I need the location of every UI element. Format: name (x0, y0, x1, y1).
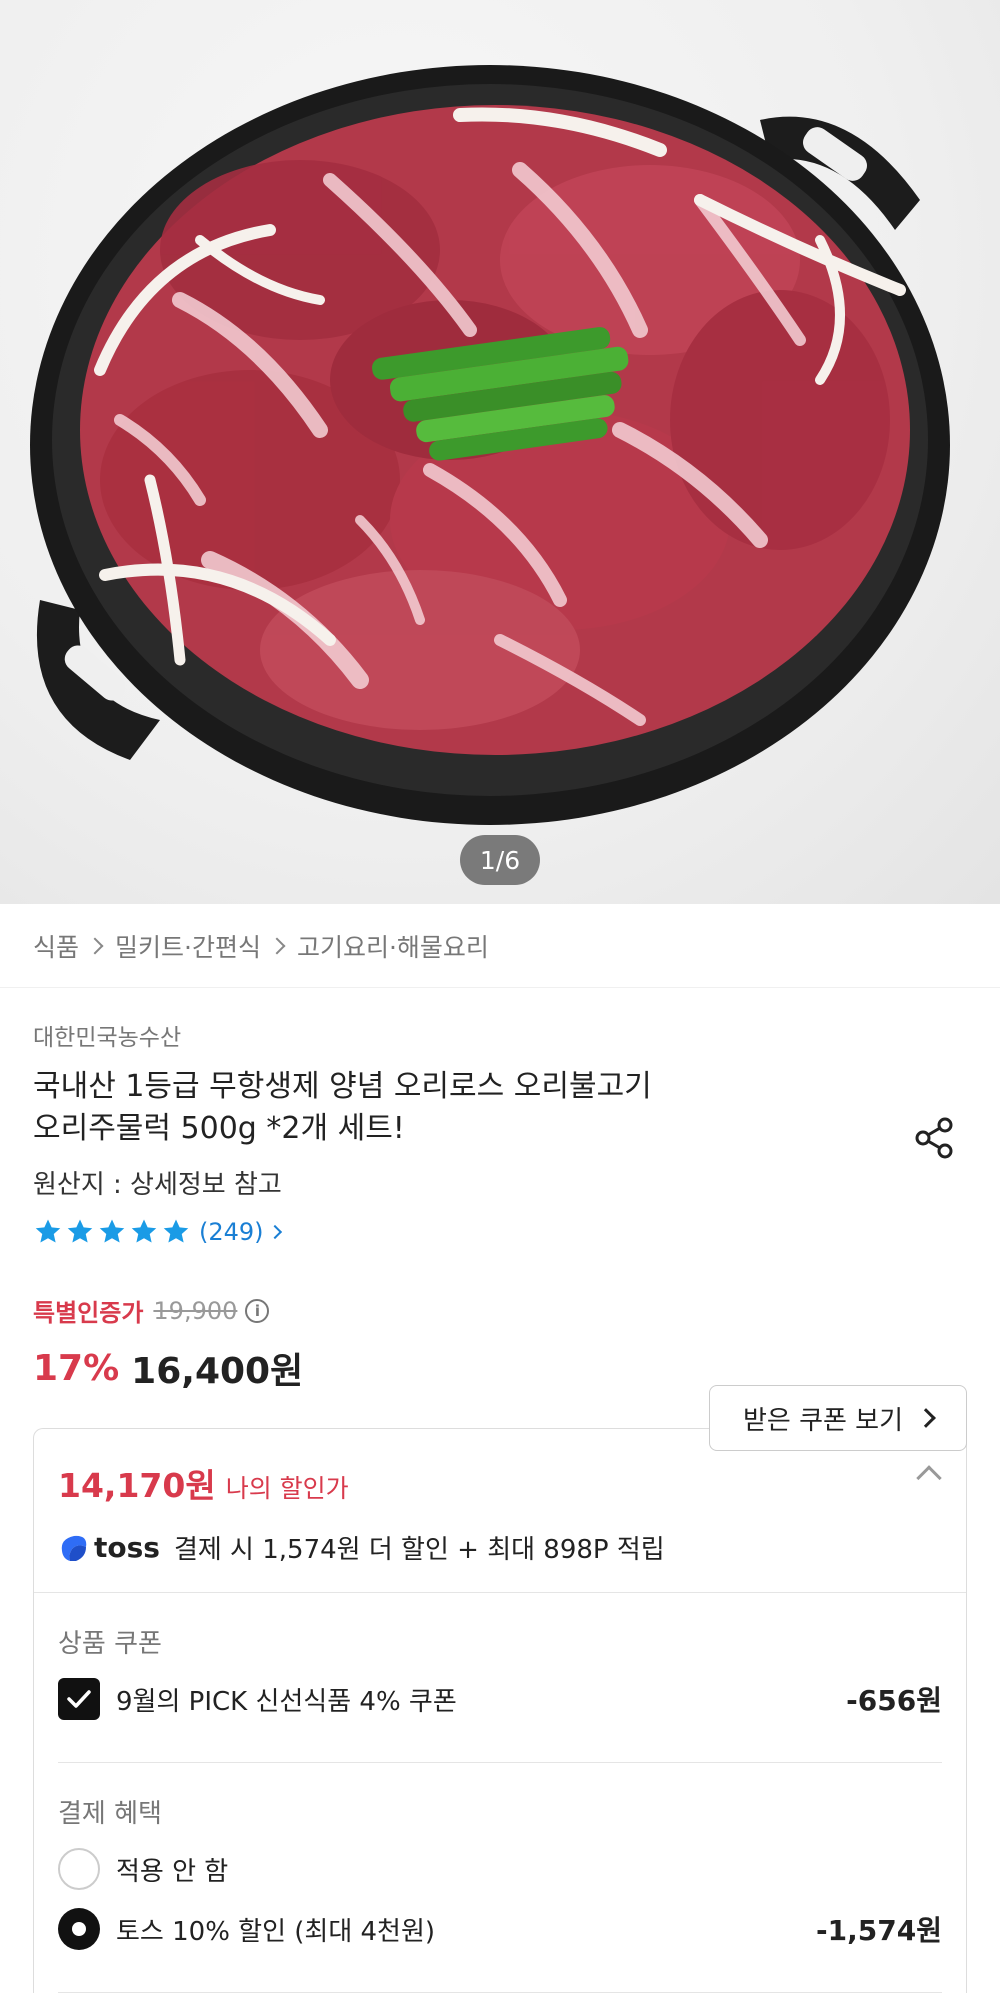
discount-panel-header[interactable]: 14,170원 나의 할인가 toss 결제 시 1,574원 더 할인 + 최… (34, 1429, 966, 1593)
info-icon[interactable]: i (245, 1298, 270, 1323)
share-icon[interactable] (912, 1116, 956, 1160)
toss-benefit-row: toss 결제 시 1,574원 더 할인 + 최대 898P 적립 (58, 1529, 942, 1566)
toss-mark-icon (61, 1535, 87, 1561)
payment-option-toss[interactable]: 토스 10% 할인 (최대 4천원) -1,574원 (58, 1908, 942, 1950)
payment-benefit-title: 결제 혜택 (58, 1799, 162, 1829)
rating-row[interactable]: (249) (33, 1217, 967, 1247)
product-coupon-section: 상품 쿠폰 9월의 PICK 신선식품 4% 쿠폰 -656원 (34, 1593, 966, 1763)
chevron-right-icon (268, 937, 286, 954)
coupon-discount-value: -656원 (846, 1684, 942, 1717)
product-title-line-1: 국내산 1등급 무항생제 양념 오리로스 오리불고기 (33, 1069, 652, 1104)
brand-name[interactable]: 대한민국농수산 (33, 1018, 967, 1052)
product-title: 국내산 1등급 무항생제 양념 오리로스 오리불고기 오리주물럭 500g *2… (33, 1066, 813, 1150)
coupon-option-row[interactable]: 9월의 PICK 신선식품 4% 쿠폰 -656원 (58, 1678, 942, 1720)
origin-info: 원산지 : 상세정보 참고 (33, 1170, 282, 1200)
price-label-row: 특별인증가 19,900 i (33, 1293, 967, 1328)
my-discount-price: 14,170원 나의 할인가 (58, 1459, 942, 1507)
product-coupon-title: 상품 쿠폰 (58, 1629, 162, 1659)
toss-logo: toss (58, 1531, 160, 1564)
product-photo (30, 65, 950, 825)
review-count-link[interactable]: (249) (199, 1218, 264, 1246)
image-page-counter: 1/6 (460, 835, 540, 885)
radio-unselected[interactable] (58, 1848, 100, 1890)
star-icon (163, 1219, 189, 1243)
original-price: 19,900 (153, 1296, 238, 1325)
breadcrumb-item-food[interactable]: 식품 (33, 928, 79, 964)
product-info: 대한민국농수산 국내산 1등급 무항생제 양념 오리로스 오리불고기 오리주물럭… (0, 988, 1000, 1451)
chevron-right-icon (916, 1408, 936, 1428)
product-title-line-2: 오리주물럭 500g *2개 세트! (33, 1111, 405, 1146)
breadcrumb-item-meat-seafood[interactable]: 고기요리·해물요리 (297, 928, 489, 964)
payment-benefit-section: 결제 혜택 적용 안 함 토스 10% 할인 (최대 4천원) -1,574원 (34, 1763, 966, 1993)
payment-option-none-label: 적용 안 함 (116, 1856, 229, 1887)
star-icon (35, 1219, 61, 1243)
product-image-carousel[interactable]: 1/6 (0, 0, 1000, 904)
discount-rate: 17% (33, 1347, 120, 1389)
radio-selected[interactable] (58, 1908, 100, 1950)
star-rating (33, 1217, 191, 1247)
coupon-checkbox[interactable] (58, 1678, 100, 1720)
check-icon (67, 1690, 91, 1708)
star-icon (99, 1219, 125, 1243)
breadcrumb-item-mealkit[interactable]: 밀키트·간편식 (115, 928, 261, 964)
payment-option-toss-label: 토스 10% 할인 (최대 4천원) (116, 1916, 436, 1947)
payment-option-none[interactable]: 적용 안 함 (58, 1848, 942, 1890)
toss-brand-text: toss (94, 1531, 160, 1564)
chevron-right-icon (267, 1224, 282, 1240)
toss-benefit-text: 결제 시 1,574원 더 할인 + 최대 898P 적립 (173, 1535, 665, 1565)
payment-option-toss-value: -1,574원 (816, 1914, 942, 1947)
coupon-label: 9월의 PICK 신선식품 4% 쿠폰 (116, 1686, 457, 1717)
sale-price: 16,400원 (131, 1351, 304, 1392)
my-price-label: 나의 할인가 (225, 1474, 349, 1503)
star-icon (67, 1219, 93, 1243)
special-price-label: 특별인증가 (33, 1299, 144, 1327)
breadcrumb: 식품 밀키트·간편식 고기요리·해물요리 (0, 904, 1000, 988)
my-price-amount: 14,170원 (58, 1466, 216, 1505)
chevron-right-icon (86, 937, 104, 954)
star-icon (131, 1219, 157, 1243)
discount-panel: 14,170원 나의 할인가 toss 결제 시 1,574원 더 할인 + 최… (33, 1428, 967, 1993)
